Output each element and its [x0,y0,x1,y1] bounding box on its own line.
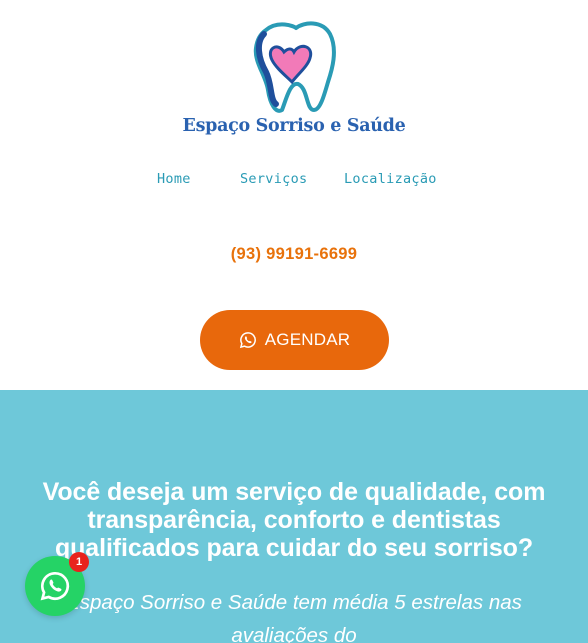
nav-item-servicos[interactable]: Serviços [240,171,307,187]
whatsapp-icon [239,332,256,349]
main-nav: Home Serviços Localização [0,171,588,191]
nav-item-localizacao[interactable]: Localização [344,171,437,187]
hero-title: Você deseja um serviço de qualidade, com… [42,478,546,562]
schedule-button[interactable]: AGENDAR [200,310,389,370]
nav-item-home[interactable]: Home [157,171,191,187]
hero-section: Você deseja um serviço de qualidade, com… [0,390,588,643]
brand-name: Espaço Sorriso e Saúde [182,116,406,136]
notification-badge: 1 [69,552,89,572]
brand-logo[interactable]: Espaço Sorriso e Saúde [180,14,408,144]
tooth-heart-icon [253,21,336,113]
schedule-button-label: AGENDAR [264,330,351,349]
hero-subtitle: Espaço Sorriso e Saúde tem média 5 estre… [66,591,522,643]
whatsapp-icon [40,571,70,601]
phone-link[interactable]: (93) 99191-6699 [0,245,588,264]
site-header: Espaço Sorriso e Saúde Home Serviços Loc… [0,0,588,390]
